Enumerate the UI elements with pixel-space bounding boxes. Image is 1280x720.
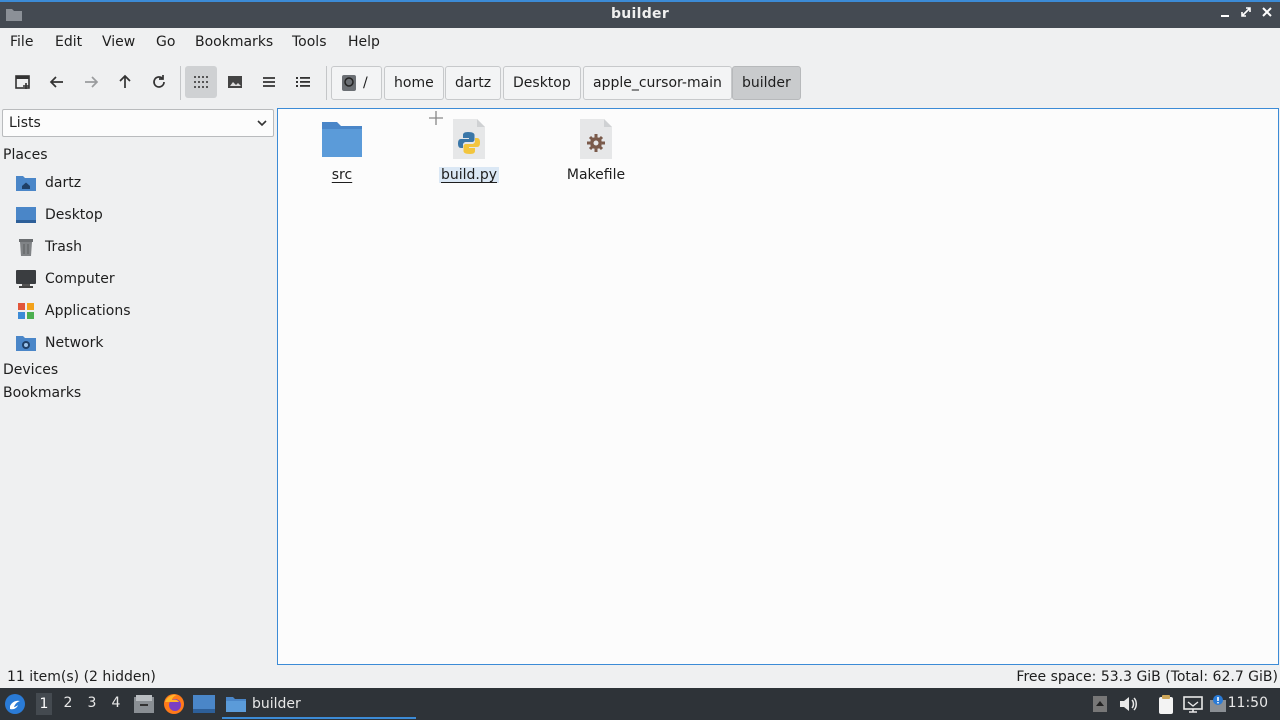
reload-icon [153,75,165,88]
icon-view-button[interactable] [185,66,217,98]
file-name: src [331,167,353,183]
free-space: Free space: 53.3 GiB (Total: 62.7 GiB) [1016,669,1278,685]
chevron-down-icon [255,116,269,134]
breadcrumb-apple-cursor-main[interactable]: apple_cursor-main [583,66,732,100]
clipboard-icon[interactable] [1155,693,1177,715]
new-tab-icon [15,75,30,89]
notification-icon[interactable] [1207,693,1229,715]
folder-icon [226,696,246,712]
menu-go[interactable]: Go [156,34,175,50]
title-bar: builder [0,0,1280,28]
menu-view[interactable]: View [102,34,135,50]
sidebar-item-applications[interactable]: Applications [16,298,131,324]
compact-view-button[interactable] [253,66,285,98]
menu-edit[interactable]: Edit [55,34,82,50]
sidebar-item-trash[interactable]: Trash [16,234,82,260]
grid-icon [194,76,208,88]
menu-tools[interactable]: Tools [292,34,327,50]
desktop-show-icon[interactable] [193,693,215,715]
sidebar-item-label: Computer [45,271,115,287]
workspace-2[interactable]: 2 [60,695,76,711]
new-tab-button[interactable] [7,66,39,98]
task-label: builder [252,696,301,712]
bookmarks-heading[interactable]: Bookmarks [3,385,81,401]
arrow-left-icon [49,76,63,88]
file-manager-launcher-icon[interactable] [133,693,155,715]
file-item[interactable]: Makefile [551,117,641,183]
menu-bookmarks[interactable]: Bookmarks [195,34,273,50]
tray-expand-icon[interactable] [1089,693,1111,715]
sidebar-item-label: Desktop [45,207,103,223]
sidebar-item-label: Applications [45,303,131,319]
breadcrumb-label: / [363,75,368,91]
network-icon [16,334,36,352]
python-file-icon [447,117,491,161]
sidebar-item-desktop[interactable]: Desktop [16,202,103,228]
sidebar-item-dartz[interactable]: dartz [16,170,81,196]
arrow-up-icon [119,74,131,88]
breadcrumb-builder[interactable]: builder [732,66,801,100]
start-menu-icon[interactable] [4,693,26,715]
back-button[interactable] [41,66,73,98]
sidebar-item-label: Trash [45,239,82,255]
sidebar-mode-select[interactable]: Lists [2,109,274,137]
taskbar: 1 2 3 4 builder 11:50 [0,688,1280,720]
image-icon [228,76,242,88]
volume-icon[interactable] [1117,693,1139,715]
devices-heading[interactable]: Devices [3,362,58,378]
file-item[interactable]: build.py [424,117,514,183]
trash-icon [16,238,36,256]
breadcrumb-desktop[interactable]: Desktop [503,66,581,100]
taskbar-window-builder[interactable]: builder [222,691,416,719]
close-icon[interactable] [1258,5,1276,23]
arrow-right-icon [85,76,99,88]
minimize-icon[interactable] [1216,5,1234,23]
drive-icon [341,74,357,92]
network-status-icon[interactable] [1182,693,1204,715]
workspace-1[interactable]: 1 [36,693,52,715]
file-name: build.py [438,167,500,183]
toolbar-separator [180,66,181,100]
computer-icon [16,270,36,288]
sidebar: Lists Places dartz Desktop Trash Compute… [0,108,276,666]
reload-button[interactable] [143,66,175,98]
applications-icon [16,302,36,320]
folder-icon [320,117,364,161]
file-item[interactable]: src [297,117,387,183]
places-heading: Places [3,147,48,163]
file-view[interactable]: src build.py Makefile [277,108,1279,665]
forward-button[interactable] [75,66,107,98]
status-bar: 11 item(s) (2 hidden) Free space: 53.3 G… [0,666,1280,688]
up-button[interactable] [109,66,141,98]
maximize-icon[interactable] [1237,5,1255,23]
firefox-icon[interactable] [163,693,185,715]
clock: 11:50 [1227,695,1268,711]
window-title: builder [610,6,670,22]
workspace-4[interactable]: 4 [108,695,124,711]
home-folder-icon [16,174,36,192]
menu-help[interactable]: Help [348,34,380,50]
menu-bar: File Edit View Go Bookmarks Tools Help [0,28,1280,58]
toolbar-separator [326,66,327,100]
sidebar-item-computer[interactable]: Computer [16,266,115,292]
toolbar: / home dartz Desktop apple_cursor-main b… [0,58,1280,108]
breadcrumb-home[interactable]: home [384,66,444,100]
breadcrumb-root[interactable]: / [331,66,382,100]
item-count: 11 item(s) (2 hidden) [7,669,156,685]
sidebar-item-label: dartz [45,175,82,191]
sidebar-item-network[interactable]: Network [16,330,103,356]
desktop-icon [16,206,36,224]
detail-view-button[interactable] [287,66,319,98]
thumbnail-view-button[interactable] [219,66,251,98]
list-icon [263,77,275,87]
makefile-icon [574,117,618,161]
file-name: Makefile [566,167,626,183]
menu-file[interactable]: File [10,34,33,50]
workspace-3[interactable]: 3 [84,695,100,711]
detail-list-icon [296,77,310,87]
sidebar-item-label: Network [45,335,104,351]
breadcrumb-dartz[interactable]: dartz [445,66,502,100]
sidebar-mode-value: Lists [9,115,41,131]
